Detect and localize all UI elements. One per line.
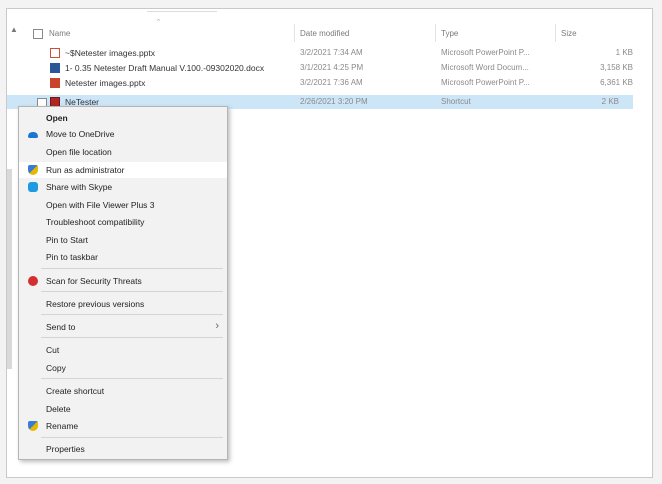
- file-date: 2/26/2021 3:20 PM: [300, 97, 368, 106]
- powerpoint-icon: [50, 78, 60, 88]
- menu-item-label: Move to OneDrive: [46, 129, 115, 139]
- menu-item-rename[interactable]: Rename: [19, 418, 227, 434]
- file-date: 3/2/2021 7:34 AM: [300, 48, 363, 57]
- column-header-size[interactable]: Size: [561, 29, 577, 38]
- menu-item-label: Copy: [46, 363, 66, 373]
- column-header-date[interactable]: Date modified: [300, 29, 349, 38]
- menu-item-delete[interactable]: Delete: [19, 401, 227, 417]
- expand-up-icon[interactable]: ▲: [10, 25, 18, 34]
- context-menu: Open Move to OneDrive Open file location…: [18, 106, 228, 460]
- file-date: 3/1/2021 4:25 PM: [300, 63, 364, 72]
- file-name: ~$Netester images.pptx: [65, 48, 156, 58]
- file-date: 3/2/2021 7:36 AM: [300, 78, 363, 87]
- menu-item-restore-previous-versions[interactable]: Restore previous versions: [19, 296, 227, 312]
- menu-item-label: Open: [46, 113, 68, 123]
- file-row[interactable]: 1- 0.35 Netester Draft Manual V.100.-093…: [7, 61, 647, 75]
- menu-separator: [41, 314, 223, 315]
- column-header-bar: ▲ ˆ Name Date modified Type Size: [7, 9, 652, 49]
- file-type: Microsoft Word Docum...: [441, 63, 529, 72]
- menu-item-label: Properties: [46, 444, 85, 454]
- menu-item-label: Send to: [46, 322, 76, 332]
- column-separator[interactable]: [435, 24, 436, 42]
- menu-item-open-file-location[interactable]: Open file location: [19, 144, 227, 160]
- sort-caret-icon: ˆ: [157, 18, 160, 28]
- menu-separator: [41, 291, 223, 292]
- skype-icon: [28, 182, 38, 192]
- column-header-type[interactable]: Type: [441, 29, 458, 38]
- menu-item-troubleshoot-compatibility[interactable]: Troubleshoot compatibility: [19, 214, 227, 230]
- menu-item-create-shortcut[interactable]: Create shortcut: [19, 383, 227, 399]
- file-row[interactable]: Netester images.pptx 3/2/2021 7:36 AM Mi…: [7, 76, 647, 90]
- word-document-icon: [50, 63, 60, 73]
- menu-item-label: Run as administrator: [46, 165, 125, 175]
- file-type: Microsoft PowerPoint P...: [441, 48, 530, 57]
- file-size: 6,361 KB: [600, 78, 633, 87]
- menu-separator: [41, 437, 223, 438]
- column-separator[interactable]: [294, 24, 295, 42]
- menu-separator: [41, 378, 223, 379]
- menu-item-label: Delete: [46, 404, 71, 414]
- menu-item-label: Open file location: [46, 147, 112, 157]
- chevron-right-icon: ›: [215, 320, 219, 332]
- menu-item-label: Rename: [46, 421, 79, 431]
- onedrive-cloud-icon: [28, 132, 38, 138]
- file-size: 2 KB: [601, 97, 619, 106]
- menu-item-open-with-file-viewer[interactable]: Open with File Viewer Plus 3: [19, 197, 227, 213]
- menu-item-pin-to-taskbar[interactable]: Pin to taskbar: [19, 249, 227, 265]
- menu-item-share-with-skype[interactable]: Share with Skype: [19, 179, 227, 195]
- menu-item-copy[interactable]: Copy: [19, 360, 227, 376]
- vertical-scrollbar[interactable]: [7, 169, 12, 369]
- menu-item-move-to-onedrive[interactable]: Move to OneDrive: [19, 126, 227, 142]
- menu-item-send-to[interactable]: Send to ›: [19, 319, 227, 335]
- menu-item-run-as-administrator[interactable]: Run as administrator: [19, 162, 227, 178]
- menu-separator: [41, 337, 223, 338]
- file-name: Netester images.pptx: [65, 78, 146, 88]
- menu-item-cut[interactable]: Cut: [19, 342, 227, 358]
- menu-item-label: Troubleshoot compatibility: [46, 217, 145, 227]
- menu-item-open[interactable]: Open: [19, 110, 227, 126]
- menu-item-label: Create shortcut: [46, 386, 105, 396]
- file-row[interactable]: ~$Netester images.pptx 3/2/2021 7:34 AM …: [7, 46, 647, 60]
- column-separator[interactable]: [555, 24, 556, 42]
- menu-item-scan-for-security-threats[interactable]: Scan for Security Threats: [19, 273, 227, 289]
- file-type: Shortcut: [441, 97, 471, 106]
- menu-item-label: Pin to Start: [46, 235, 89, 245]
- menu-item-properties[interactable]: Properties: [19, 441, 227, 457]
- menu-item-label: Restore previous versions: [46, 299, 145, 309]
- select-all-checkbox[interactable]: [33, 29, 43, 39]
- file-type: Microsoft PowerPoint P...: [441, 78, 530, 87]
- column-header-name[interactable]: Name: [49, 29, 70, 38]
- menu-item-label: Share with Skype: [46, 182, 113, 192]
- menu-item-label: Scan for Security Threats: [46, 276, 142, 286]
- menu-item-pin-to-start[interactable]: Pin to Start: [19, 232, 227, 248]
- file-size: 1 KB: [615, 48, 633, 57]
- file-size: 3,158 KB: [600, 63, 633, 72]
- powerpoint-temp-icon: [50, 48, 60, 58]
- rename-shield-icon: [28, 421, 38, 431]
- menu-item-label: Open with File Viewer Plus 3: [46, 200, 155, 210]
- admin-shield-icon: [28, 165, 38, 175]
- menu-item-label: Pin to taskbar: [46, 252, 98, 262]
- menu-item-label: Cut: [46, 345, 60, 355]
- security-scan-icon: [28, 276, 38, 286]
- menu-separator: [41, 268, 223, 269]
- file-name: 1- 0.35 Netester Draft Manual V.100.-093…: [65, 63, 265, 73]
